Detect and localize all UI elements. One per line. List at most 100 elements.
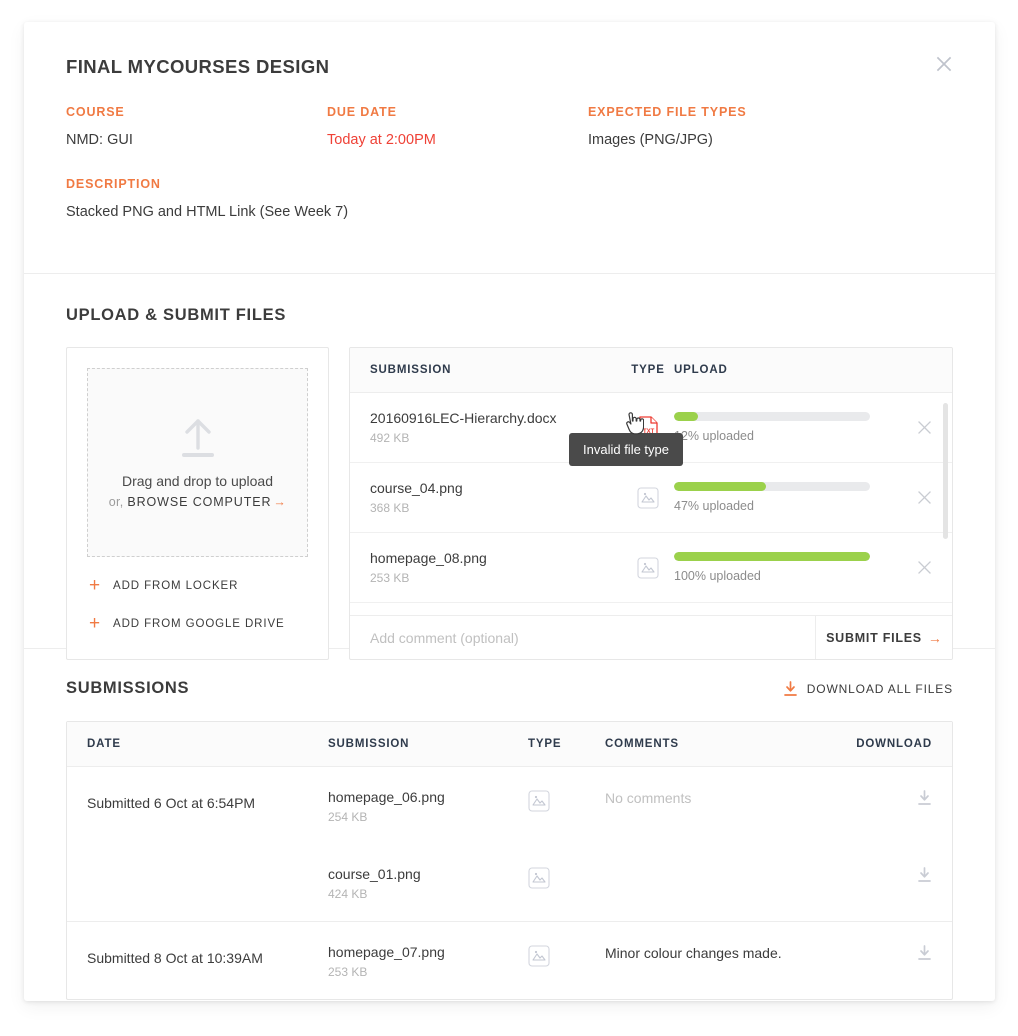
remove-file-button[interactable] — [898, 420, 932, 435]
progress-text: 47% uploaded — [674, 499, 754, 513]
page-title: FINAL MYCOURSES DESIGN — [66, 56, 330, 77]
table-row: homepage_08.png 253 KB 100% uploaded — [350, 533, 952, 603]
upload-file-size: 368 KB — [370, 501, 410, 515]
submission-group: Submitted 6 Oct at 6:54PM homepage_06.pn… — [67, 767, 952, 922]
description-label: DESCRIPTION — [66, 177, 161, 191]
image-icon — [528, 867, 550, 889]
image-icon — [637, 556, 659, 579]
plus-icon: + — [89, 575, 101, 596]
download-icon — [918, 867, 931, 882]
comment-input[interactable] — [350, 616, 815, 659]
description-value: Stacked PNG and HTML Link (See Week 7) — [66, 204, 349, 220]
upload-table-header: SUBMISSION TYPE UPLOAD — [350, 348, 952, 393]
submission-file-size: 253 KB — [328, 965, 368, 979]
image-icon — [528, 945, 550, 967]
upload-arrow-icon — [181, 418, 214, 457]
progress-bar — [674, 482, 870, 491]
table-row: course_01.png 424 KB — [328, 844, 932, 921]
progress-text: 100% uploaded — [674, 569, 761, 583]
add-from-locker-button[interactable]: + ADD FROM LOCKER — [87, 576, 308, 595]
download-all-files-label: DOWNLOAD ALL FILES — [806, 681, 953, 696]
submission-file-type-cell — [528, 866, 605, 894]
download-all-files-button[interactable]: DOWNLOAD ALL FILES — [783, 680, 953, 697]
submission-file-size: 424 KB — [328, 887, 368, 901]
upload-file-type-cell — [622, 556, 674, 579]
submission-file-type-cell — [528, 944, 605, 972]
plus-icon: + — [89, 613, 101, 634]
assignment-modal: FINAL MYCOURSES DESIGN COURSE NMD: GUI D… — [24, 22, 995, 1001]
upload-sources-panel: Drag and drop to upload or, BROWSE COMPU… — [66, 347, 329, 660]
upload-files-panel: SUBMISSION TYPE UPLOAD 20160916LEC-Hiera… — [349, 347, 953, 660]
submission-file-size: 254 KB — [328, 810, 368, 824]
submission-comment: No comments — [605, 790, 692, 806]
submission-date: Submitted 6 Oct at 6:54PM — [87, 795, 256, 811]
table-row: homepage_06.png 254 KB No comments — [328, 767, 932, 844]
download-file-button[interactable] — [841, 866, 932, 883]
close-icon — [918, 491, 931, 504]
col-header-upload: UPLOAD — [674, 364, 728, 376]
col-header-type: TYPE — [528, 738, 562, 750]
remove-file-button[interactable] — [898, 560, 932, 575]
upload-file-name: 20160916LEC-Hierarchy.docx — [370, 410, 557, 426]
dropzone-line1: Drag and drop to upload — [122, 472, 273, 489]
submission-file-type-cell — [528, 789, 605, 817]
download-file-button[interactable] — [841, 789, 932, 806]
file-list-scrollbar[interactable] — [943, 403, 948, 539]
image-icon — [528, 790, 550, 812]
progress-bar — [674, 412, 870, 421]
upload-progress-cell: 47% uploaded — [674, 482, 898, 513]
submission-file-name: homepage_06.png — [328, 789, 445, 805]
due-date-value: Today at 2:00PM — [327, 132, 436, 148]
download-file-button[interactable] — [841, 944, 932, 961]
upload-file-info: course_04.png 368 KB — [370, 480, 622, 515]
upload-section: UPLOAD & SUBMIT FILES Drag and drop to u… — [24, 274, 995, 660]
col-header-download: DOWNLOAD — [856, 738, 932, 750]
upload-footer: SUBMIT FILES → — [350, 615, 952, 659]
submissions-table-header: DATE SUBMISSION TYPE COMMENTS DOWNLOAD — [67, 722, 952, 767]
invalid-file-type-tooltip: Invalid file type — [569, 433, 683, 466]
upload-file-type-cell — [622, 486, 674, 509]
course-value: NMD: GUI — [66, 132, 133, 148]
add-from-google-drive-button[interactable]: + ADD FROM GOOGLE DRIVE — [87, 614, 308, 633]
course-label: COURSE — [66, 105, 125, 119]
add-from-google-drive-label: ADD FROM GOOGLE DRIVE — [113, 617, 285, 630]
due-date-label: DUE DATE — [327, 105, 397, 119]
add-from-locker-label: ADD FROM LOCKER — [113, 579, 239, 592]
progress-bar-fill — [674, 412, 698, 421]
submission-file-name: homepage_07.png — [328, 944, 445, 960]
dropzone[interactable]: Drag and drop to upload or, BROWSE COMPU… — [87, 368, 308, 557]
close-icon — [936, 56, 952, 72]
table-row: homepage_07.png 253 KB Minor colour chan… — [328, 922, 932, 999]
download-icon — [918, 945, 931, 960]
submit-files-label: SUBMIT FILES — [826, 630, 922, 645]
upload-file-info: homepage_08.png 253 KB — [370, 550, 622, 585]
browse-computer-link[interactable]: BROWSE COMPUTER — [127, 495, 271, 509]
upload-section-title: UPLOAD & SUBMIT FILES — [66, 306, 287, 324]
close-modal-button[interactable] — [929, 49, 959, 79]
submissions-section: SUBMISSIONS DOWNLOAD ALL FILES DATE SUBM… — [24, 649, 995, 1000]
submission-comment — [605, 866, 841, 867]
upload-file-name: course_04.png — [370, 480, 463, 496]
arrow-right-icon: → — [927, 629, 942, 646]
col-header-comments: COMMENTS — [605, 738, 679, 750]
meta-due-date: DUE DATE Today at 2:00PM — [327, 105, 588, 148]
submission-file-name: course_01.png — [328, 866, 421, 882]
download-icon — [918, 790, 931, 805]
modal-header: FINAL MYCOURSES DESIGN COURSE NMD: GUI D… — [24, 22, 995, 274]
progress-bar — [674, 552, 870, 561]
download-icon — [783, 680, 797, 696]
submit-files-button[interactable]: SUBMIT FILES → — [815, 616, 952, 659]
progress-bar-fill — [674, 482, 767, 491]
progress-text: 12% uploaded — [674, 429, 754, 443]
submission-group: Submitted 8 Oct at 10:39AM homepage_07.p… — [67, 922, 952, 999]
upload-table-body: 20160916LEC-Hierarchy.docx 492 KB TXT 12… — [350, 393, 952, 615]
close-icon — [918, 561, 931, 574]
upload-progress-cell: 12% uploaded — [674, 412, 898, 443]
progress-bar-fill — [674, 552, 870, 561]
col-header-type: TYPE — [631, 364, 665, 376]
remove-file-button[interactable] — [898, 490, 932, 505]
submission-file-info: homepage_06.png 254 KB — [328, 789, 528, 824]
col-header-date: DATE — [87, 738, 121, 750]
assignment-meta: COURSE NMD: GUI DUE DATE Today at 2:00PM… — [66, 105, 953, 148]
image-icon — [637, 486, 659, 509]
